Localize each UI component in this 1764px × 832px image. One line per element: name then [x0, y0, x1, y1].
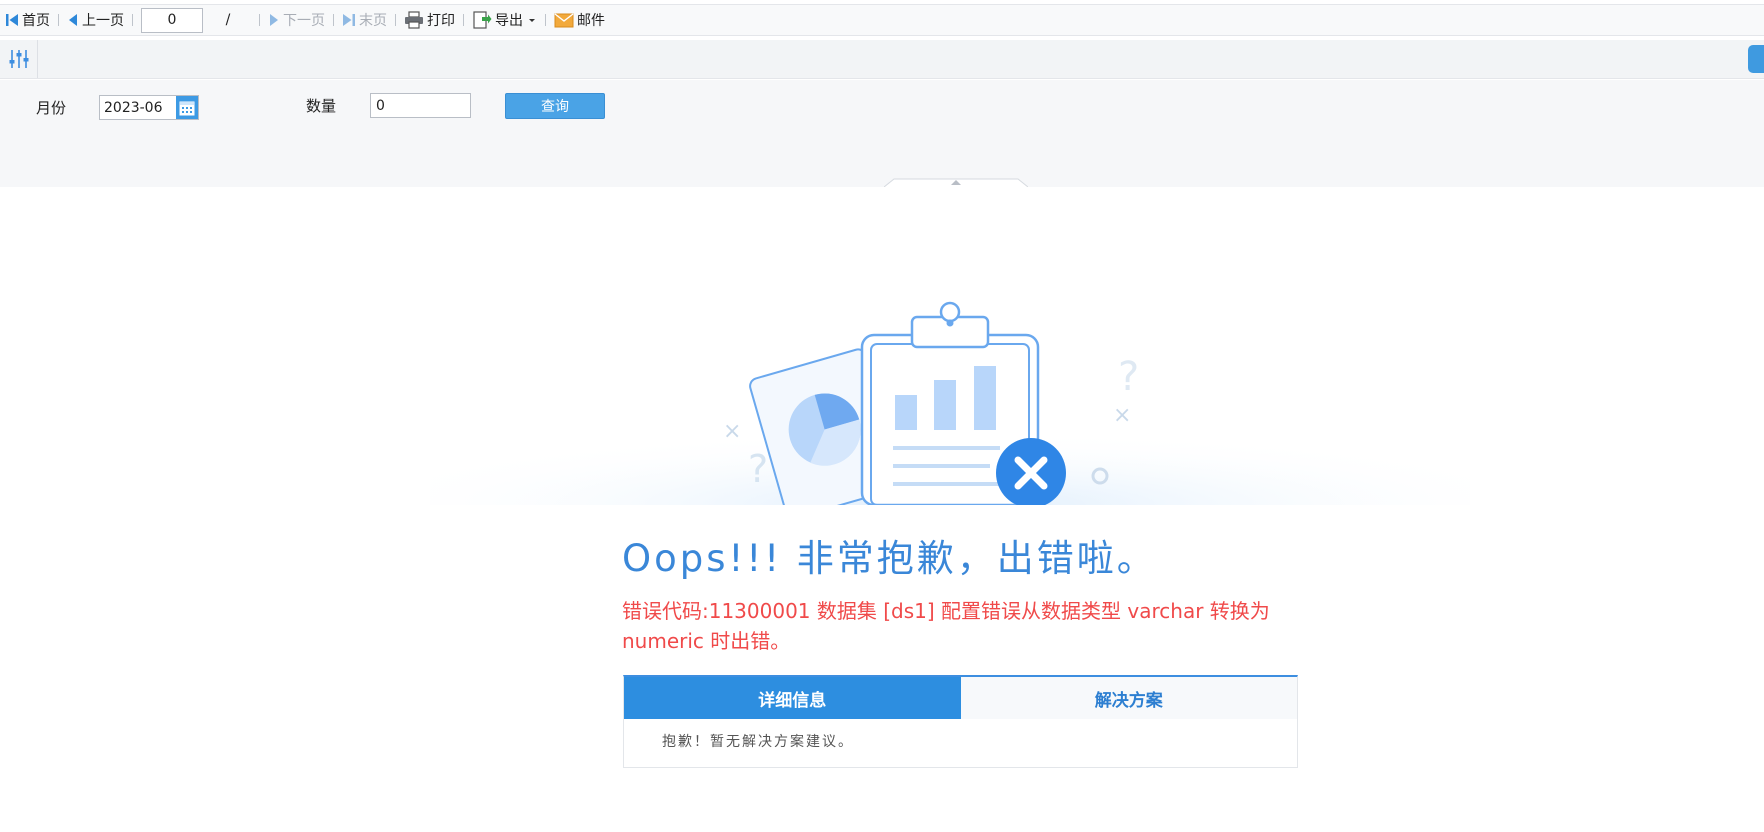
error-title-wrap: Oops!!! 非常抱歉，出错啦。 — [622, 528, 1322, 580]
collapse-handle-icon[interactable] — [884, 178, 1028, 187]
month-date-field[interactable] — [99, 95, 199, 120]
toolbar-divider — [132, 14, 133, 26]
error-detail-panel: 详细信息 解决方案 抱歉！暂无解决方案建议。 — [623, 675, 1298, 768]
tab-details[interactable]: 详细信息 — [624, 677, 961, 719]
month-input[interactable] — [100, 96, 176, 119]
svg-text:?: ? — [748, 447, 768, 491]
sub-toolbar — [0, 40, 1764, 79]
error-message: 错误代码:11300001 数据集 [ds1] 配置错误从数据类型 varcha… — [622, 599, 1270, 653]
svg-text:×: × — [723, 419, 741, 444]
first-page-label: 首页 — [22, 13, 50, 29]
printer-icon — [405, 11, 423, 29]
export-icon — [473, 11, 492, 29]
parameter-panel: 月份 数量 查询 — [0, 80, 1764, 187]
pagination-toolbar: 首页 上一页 / 下一页 末页 打印 导出 邮件 — [0, 4, 1764, 36]
print-label: 打印 — [427, 13, 455, 29]
chevron-down-icon — [529, 19, 535, 22]
next-page-icon — [270, 14, 278, 26]
mail-button[interactable]: 邮件 — [552, 8, 607, 32]
parameter-panel-toggle[interactable] — [0, 40, 38, 78]
export-button[interactable]: 导出 — [470, 8, 539, 32]
mail-label: 邮件 — [577, 13, 605, 29]
next-page-label: 下一页 — [283, 13, 325, 29]
calendar-icon — [179, 101, 195, 115]
quantity-input[interactable] — [370, 93, 471, 118]
panel-content: 抱歉！暂无解决方案建议。 — [662, 734, 854, 750]
first-page-button[interactable]: 首页 — [3, 8, 52, 32]
error-tabs: 详细信息 解决方案 — [624, 677, 1297, 719]
quantity-label: 数量 — [306, 97, 337, 115]
calendar-button[interactable] — [176, 96, 198, 119]
toolbar-divider — [333, 14, 334, 26]
last-page-label: 末页 — [359, 13, 387, 29]
sliders-icon — [9, 50, 28, 68]
first-page-icon — [6, 14, 18, 26]
svg-text:×: × — [1113, 403, 1131, 428]
toolbar-divider — [58, 14, 59, 26]
last-page-button[interactable]: 末页 — [340, 8, 389, 32]
print-button[interactable]: 打印 — [402, 8, 457, 32]
month-label: 月份 — [36, 99, 67, 117]
page-total: / — [225, 12, 231, 28]
prev-page-button[interactable]: 上一页 — [65, 8, 126, 32]
prev-page-label: 上一页 — [82, 13, 124, 29]
query-button[interactable]: 查询 — [505, 93, 605, 119]
page-number-input[interactable] — [141, 7, 203, 33]
toolbar-divider — [395, 14, 396, 26]
export-label: 导出 — [495, 13, 523, 29]
mail-icon — [554, 12, 574, 27]
error-title: Oops!!! 非常抱歉，出错啦。 — [622, 537, 1157, 580]
side-panel-tab[interactable] — [1748, 45, 1764, 73]
last-page-icon — [343, 14, 355, 26]
toolbar-divider — [463, 14, 464, 26]
svg-text:?: ? — [1118, 354, 1139, 400]
toolbar-divider — [545, 14, 546, 26]
error-illustration: × ? × ? — [430, 301, 1470, 505]
prev-page-icon — [69, 14, 77, 26]
tab-solutions[interactable]: 解决方案 — [960, 677, 1297, 719]
toolbar-divider — [259, 14, 260, 26]
next-page-button[interactable]: 下一页 — [266, 8, 327, 32]
